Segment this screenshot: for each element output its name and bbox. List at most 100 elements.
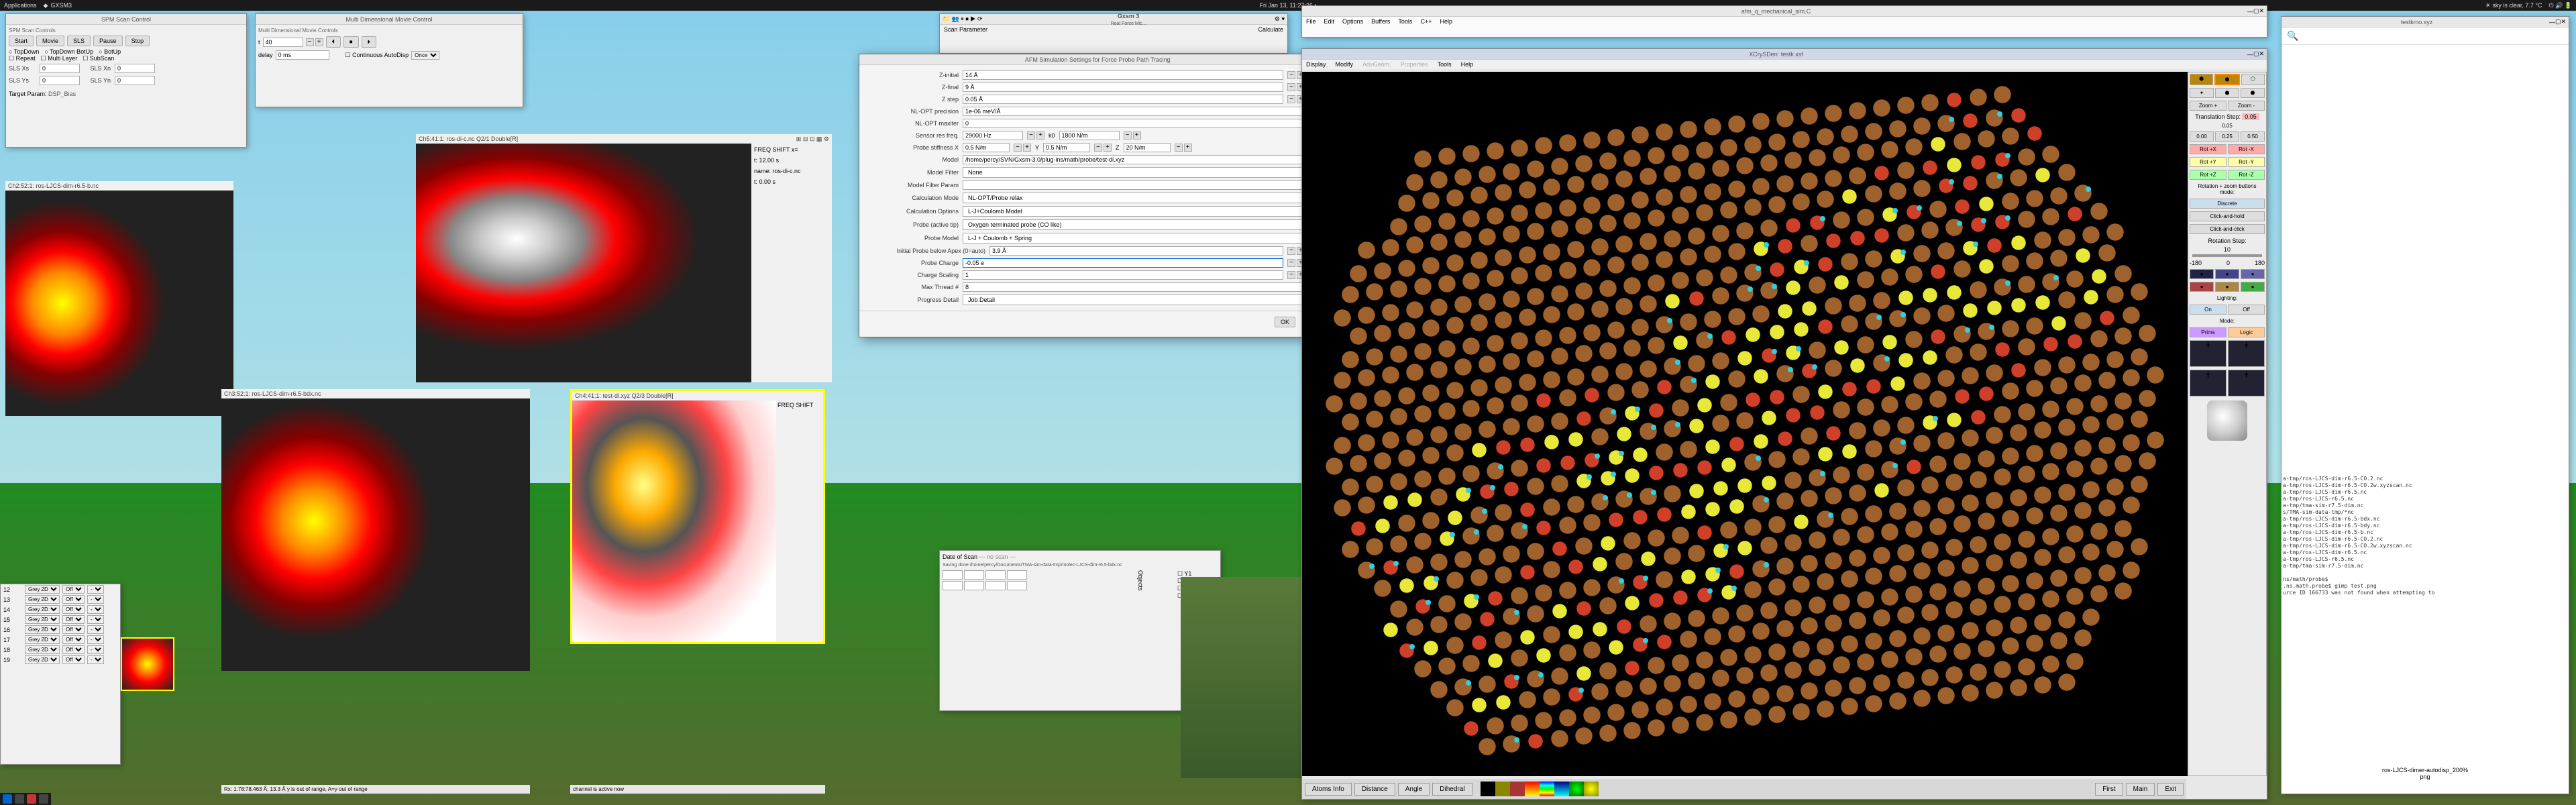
menu-options[interactable]: Options	[1342, 18, 1363, 25]
disp-select[interactable]: Grey 2D	[25, 585, 60, 594]
apps-menu[interactable]: Applications	[4, 2, 37, 9]
mode-select[interactable]: Off	[62, 645, 85, 654]
distance-button[interactable]: Distance	[1354, 783, 1395, 796]
rot-px[interactable]: Rot +X	[2190, 144, 2226, 154]
view-mode-5[interactable]: ⬢	[2215, 88, 2239, 98]
app-icon[interactable]	[27, 794, 36, 804]
axes-1[interactable]: ╋	[2190, 340, 2226, 367]
palette-blue[interactable]	[1554, 782, 1569, 796]
src-select[interactable]: -	[87, 655, 104, 664]
nlopt-prec-input[interactable]	[963, 107, 1314, 116]
view-mode-6[interactable]: ⬣	[2241, 88, 2265, 98]
ch3-thumbnail[interactable]	[121, 637, 174, 691]
min-icon[interactable]: —	[2247, 8, 2253, 15]
rot-pz[interactable]: Rot +Z	[2190, 170, 2226, 180]
light-on[interactable]: On	[2190, 305, 2226, 315]
close-icon[interactable]: ✕	[2259, 7, 2264, 15]
disp-select[interactable]: Grey 2D	[25, 645, 60, 654]
trans-025[interactable]: 0.25	[2215, 131, 2239, 142]
botup-radio[interactable]: ○ BotUp	[99, 48, 121, 55]
charge-input[interactable]	[963, 258, 1283, 268]
view-mode-4[interactable]: ✦	[2190, 88, 2214, 98]
settings-icon[interactable]: ⚙ ▾	[1275, 15, 1285, 23]
sls-ys-input[interactable]	[40, 76, 80, 85]
atoms-info-button[interactable]: Atoms Info	[1305, 783, 1352, 796]
menu-file[interactable]: File	[1306, 18, 1316, 25]
disp-select[interactable]: Grey 2D	[25, 605, 60, 614]
prims-button[interactable]: Prims	[2190, 327, 2226, 337]
toolbar-icons[interactable]: 📁 👥 ⏸ ⏹ ▶ ⟳	[943, 15, 982, 23]
model-input[interactable]	[963, 155, 1310, 164]
menu-display[interactable]: Display	[1306, 61, 1326, 68]
trans-050[interactable]: 0.50	[2241, 131, 2265, 142]
menu-modify[interactable]: Modify	[1336, 61, 1354, 68]
menu-properties[interactable]: Properties	[1401, 61, 1428, 68]
disp-select[interactable]: Grey 2D	[25, 635, 60, 644]
close-icon[interactable]: ✕	[2561, 18, 2566, 25]
rot-my[interactable]: Rot -Y	[2228, 157, 2265, 167]
disp-select[interactable]: Grey 2D	[25, 615, 60, 624]
src-select[interactable]: -	[87, 615, 104, 624]
calc-mode-select[interactable]: NL-OPT/Probe relax	[963, 193, 1336, 203]
shade-6[interactable]: ●	[2241, 282, 2265, 292]
min-icon[interactable]: —	[2247, 51, 2253, 58]
ok-button[interactable]: OK	[1275, 317, 1295, 327]
menu-cpp[interactable]: C++	[1420, 18, 1432, 25]
stiff-x-input[interactable]	[963, 143, 1010, 152]
menu-edit[interactable]: Edit	[1324, 18, 1335, 25]
mode-select[interactable]: Off	[62, 625, 85, 634]
menu-tools[interactable]: Tools	[1398, 18, 1412, 25]
shade-1[interactable]: ●	[2190, 269, 2214, 279]
rot-py[interactable]: Rot +Y	[2190, 157, 2226, 167]
max-icon[interactable]: ▢	[2253, 7, 2259, 15]
mode-select[interactable]: Off	[62, 635, 85, 644]
z-step-input[interactable]	[963, 95, 1283, 104]
close-icon[interactable]: ✕	[2259, 50, 2264, 58]
axes-4[interactable]: ╋	[2228, 370, 2265, 396]
mode-hold[interactable]: Click-and-hold	[2190, 211, 2265, 221]
start-button[interactable]: Start	[9, 36, 34, 46]
plus-button[interactable]: +	[315, 38, 323, 46]
autodisp-check[interactable]: ☐ Continuous AutoDisp	[345, 52, 409, 59]
weather-indicator[interactable]: ☀ sky is clear, 7.7 °C	[2485, 2, 2542, 9]
menu-help2[interactable]: Help	[1461, 61, 1474, 68]
mode-select[interactable]: Off	[62, 585, 85, 594]
rot-mz[interactable]: Rot -Z	[2228, 170, 2265, 180]
apex-input[interactable]	[989, 246, 1283, 256]
threads-input[interactable]	[963, 282, 1314, 292]
stop-button[interactable]: Stop	[125, 36, 150, 46]
sls-button[interactable]: SLS	[67, 36, 91, 46]
palette-yellow-sphere[interactable]	[1584, 782, 1599, 796]
menu-help[interactable]: Help	[1440, 18, 1452, 25]
z-final-input[interactable]	[963, 83, 1283, 92]
view-mode-1[interactable]: ⬢	[2190, 74, 2213, 85]
once-select[interactable]: Once	[411, 51, 439, 60]
pause-button[interactable]: Pause	[93, 36, 123, 46]
max-icon[interactable]: ▢	[2253, 50, 2259, 58]
app-icon-2[interactable]	[39, 794, 48, 804]
min-icon[interactable]: —	[2549, 19, 2555, 25]
disp-select[interactable]: Grey 2D	[25, 595, 60, 604]
mode-click[interactable]: Click-and-click	[2190, 224, 2265, 234]
play-left-button[interactable]: ⏴	[326, 36, 341, 48]
stiff-y-input[interactable]	[1043, 143, 1090, 152]
main-button[interactable]: Main	[2126, 783, 2155, 796]
z-initial-input[interactable]	[963, 70, 1283, 80]
light-off[interactable]: Off	[2228, 305, 2265, 315]
mode-select[interactable]: Off	[62, 655, 85, 664]
trans-0[interactable]: 0.00	[2190, 131, 2214, 142]
sls-yn-input[interactable]	[115, 76, 155, 85]
disp-select[interactable]: Grey 2D	[25, 655, 60, 664]
first-button[interactable]: First	[2095, 783, 2123, 796]
system-icons[interactable]: ⏻ 🔊 🔋	[2548, 2, 2572, 9]
src-select[interactable]: -	[87, 585, 104, 594]
rot-slider[interactable]	[2192, 254, 2262, 257]
stop-button[interactable]: ⏹	[343, 36, 359, 48]
k0-input[interactable]	[1059, 131, 1120, 140]
nlopt-maxiter-input[interactable]	[963, 119, 1314, 128]
mode-select[interactable]: Off	[62, 615, 85, 624]
palette-fire[interactable]	[1525, 782, 1540, 796]
rstep-value[interactable]: 10	[2188, 246, 2266, 253]
menu-advgeom[interactable]: AdvGeom.	[1362, 61, 1391, 68]
src-select[interactable]: -	[87, 645, 104, 654]
